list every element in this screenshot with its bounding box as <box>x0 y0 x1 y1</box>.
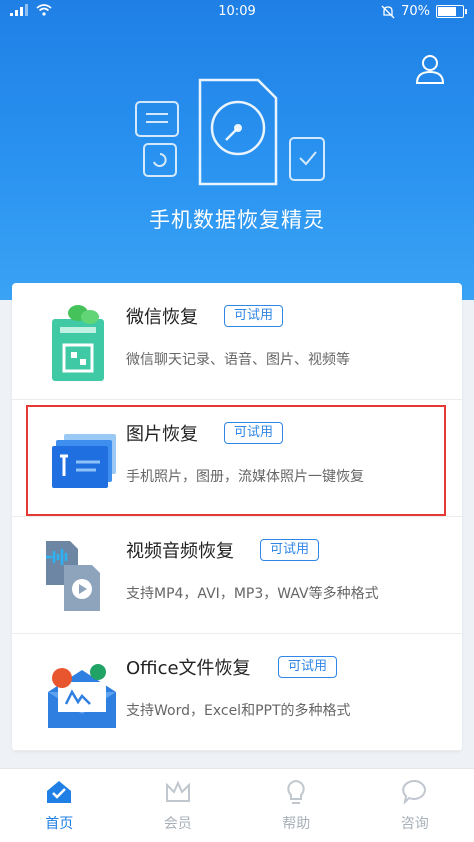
feature-desc: 支持Word，Excel和PPT的多种格式 <box>126 703 351 719</box>
feature-desc: 微信聊天记录、语音、图片、视频等 <box>126 352 350 368</box>
video-audio-icon <box>46 541 100 611</box>
tab-label: 首页 <box>45 816 74 832</box>
tab-label: 会员 <box>163 816 192 832</box>
tab-consult[interactable]: 咨询 <box>356 769 474 842</box>
wechat-doc-icon <box>52 305 104 381</box>
feature-item-video-audio[interactable]: 视频音频恢复 可试用 支持MP4，AVI，MP3，WAV等多种格式 <box>12 517 462 634</box>
feature-title: 视频音频恢复 <box>126 541 234 562</box>
recovery-illustration-icon <box>135 78 325 186</box>
user-profile-icon[interactable] <box>412 50 448 86</box>
mute-bell-icon <box>381 5 395 18</box>
tab-label: 咨询 <box>400 816 429 832</box>
feature-list: 微信恢复 可试用 微信聊天记录、语音、图片、视频等 图片恢复 可试用 手机照片，… <box>12 283 462 751</box>
trial-badge[interactable]: 可试用 <box>278 656 338 678</box>
status-bar: 10:09 70% <box>0 0 474 24</box>
feature-item-wechat[interactable]: 微信恢复 可试用 微信聊天记录、语音、图片、视频等 <box>12 283 462 400</box>
chat-bubble-icon <box>401 779 426 805</box>
office-mail-icon <box>48 664 116 728</box>
trial-badge[interactable]: 可试用 <box>224 305 284 327</box>
app-title: 手机数据恢复精灵 <box>149 208 325 232</box>
feature-title: Office文件恢复 <box>126 658 251 679</box>
feature-item-office[interactable]: Office文件恢复 可试用 支持Word，Excel和PPT的多种格式 <box>12 634 462 751</box>
battery-icon <box>436 5 467 18</box>
tab-home[interactable]: 首页 <box>0 769 119 842</box>
lightbulb-icon <box>287 779 305 804</box>
tab-label: 帮助 <box>282 816 311 832</box>
tab-help[interactable]: 帮助 <box>237 769 356 842</box>
feature-title: 微信恢复 <box>126 307 198 328</box>
tab-member[interactable]: 会员 <box>119 769 238 842</box>
trial-badge[interactable]: 可试用 <box>260 539 320 561</box>
feature-desc: 支持MP4，AVI，MP3，WAV等多种格式 <box>126 586 379 602</box>
battery-percent: 70% <box>401 4 430 19</box>
home-icon <box>47 781 72 803</box>
bottom-tab-bar: 首页 会员 帮助 咨询 <box>0 768 474 842</box>
crown-icon <box>165 780 190 802</box>
selection-highlight <box>26 405 446 516</box>
